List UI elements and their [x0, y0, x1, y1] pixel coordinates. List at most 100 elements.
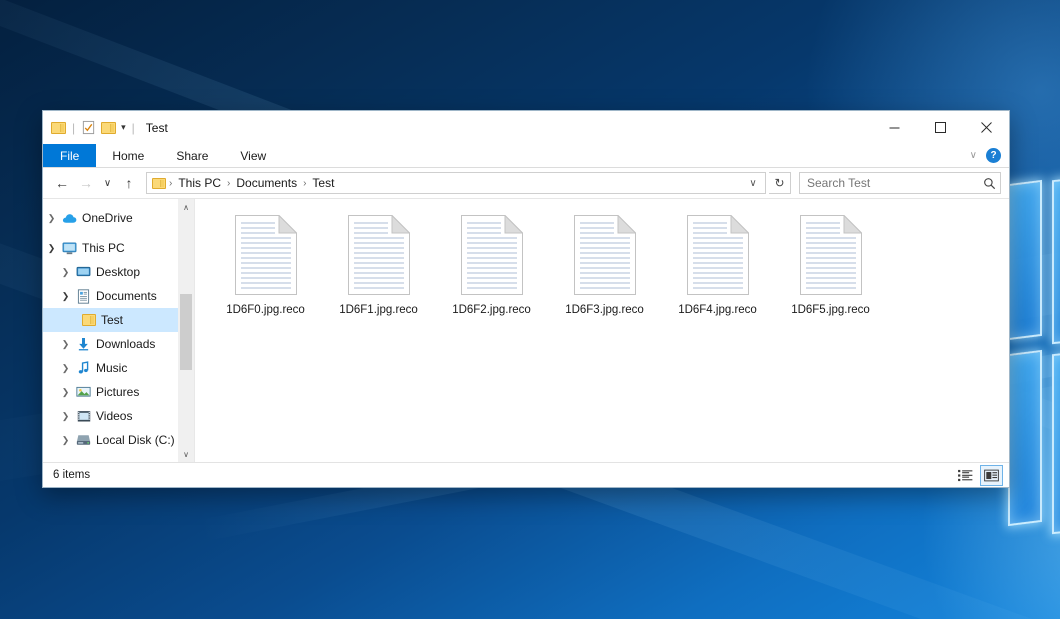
desktop: | ▾ | Test	[0, 0, 1060, 619]
sidebar-item-pictures[interactable]: ❯ Pictures	[43, 380, 194, 404]
details-view-button[interactable]	[954, 465, 977, 486]
scroll-down-arrow-icon[interactable]: ∨	[178, 446, 194, 462]
maximize-button[interactable]	[917, 111, 963, 144]
search-icon[interactable]	[983, 177, 996, 190]
expand-ribbon-chevron-icon[interactable]: ∨	[965, 150, 982, 161]
search-box[interactable]: Search Test	[799, 172, 1001, 194]
monitor-icon	[60, 242, 79, 255]
navigation-pane-scrollbar[interactable]: ∧ ∨	[178, 199, 194, 462]
picture-icon	[74, 386, 93, 398]
chevron-down-icon[interactable]: ❯	[43, 243, 60, 254]
sidebar-item-label: Test	[98, 313, 123, 327]
navigation-pane: ❯ OneDrive ❯	[43, 199, 195, 462]
up-button[interactable]: ↑	[118, 172, 140, 194]
sidebar-item-label: Local Disk (C:)	[93, 433, 175, 447]
close-button[interactable]	[963, 111, 1009, 144]
search-input[interactable]: Search Test	[807, 176, 983, 190]
file-list-pane[interactable]: 1D6F0.jpg.reco	[195, 199, 1009, 462]
forward-button[interactable]: →	[75, 172, 97, 194]
large-icons-view-button[interactable]	[980, 465, 1003, 486]
sidebar-item-test[interactable]: Test	[43, 308, 194, 332]
customize-quick-access-chevron[interactable]: ▾	[121, 122, 126, 133]
breadcrumb-item-this-pc[interactable]: This PC	[173, 176, 226, 190]
new-folder-icon[interactable]	[101, 122, 116, 134]
file-item[interactable]: 1D6F3.jpg.reco	[548, 211, 661, 322]
toolbar-divider: |	[72, 121, 75, 135]
sidebar-item-label: Documents	[93, 289, 157, 303]
refresh-button[interactable]: ↻	[769, 172, 791, 194]
chevron-right-icon[interactable]: ❯	[57, 411, 74, 422]
sidebar-item-label: OneDrive	[79, 211, 133, 225]
scrollbar-thumb[interactable]	[180, 294, 192, 370]
window-title: Test	[146, 121, 168, 135]
file-item[interactable]: 1D6F0.jpg.reco	[209, 211, 322, 322]
file-item[interactable]: 1D6F5.jpg.reco	[774, 211, 887, 322]
toolbar-divider: |	[132, 121, 135, 135]
properties-icon[interactable]	[81, 120, 96, 135]
scroll-up-arrow-icon[interactable]: ∧	[178, 199, 194, 215]
window-controls	[871, 111, 1009, 144]
document-icon	[74, 289, 93, 304]
sidebar-item-videos[interactable]: ❯	[43, 404, 194, 428]
file-item[interactable]: 1D6F4.jpg.reco	[661, 211, 774, 322]
back-button[interactable]: ←	[51, 172, 73, 194]
file-name: 1D6F3.jpg.reco	[565, 304, 644, 316]
windows-logo-pane	[1052, 346, 1060, 535]
sidebar-item-desktop[interactable]: ❯ Desktop	[43, 260, 194, 284]
view-buttons	[954, 465, 1003, 486]
folder-icon	[152, 178, 166, 189]
sidebar-item-onedrive[interactable]: ❯ OneDrive	[43, 206, 194, 230]
chevron-right-icon[interactable]: ❯	[57, 267, 74, 278]
sidebar-item-label: Desktop	[93, 265, 140, 279]
generic-document-icon	[574, 215, 636, 295]
tab-file[interactable]: File	[43, 144, 96, 167]
tab-home[interactable]: Home	[96, 144, 160, 167]
music-icon	[74, 361, 93, 375]
generic-document-icon	[235, 215, 297, 295]
folder-icon[interactable]	[51, 122, 66, 134]
file-item[interactable]: 1D6F2.jpg.reco	[435, 211, 548, 322]
sidebar-item-label: Pictures	[93, 385, 139, 399]
sidebar-item-this-pc[interactable]: ❯ This PC	[43, 236, 194, 260]
windows-logo-pane	[1008, 350, 1042, 526]
chevron-right-icon[interactable]: ❯	[43, 213, 60, 224]
navigation-tree: ❯ OneDrive ❯	[43, 199, 194, 452]
title-bar[interactable]: | ▾ | Test	[43, 111, 1009, 144]
file-item[interactable]: 1D6F1.jpg.reco	[322, 211, 435, 322]
cloud-icon	[60, 213, 79, 224]
chevron-down-icon[interactable]: ❯	[57, 291, 74, 302]
sidebar-item-label: Music	[93, 361, 127, 375]
file-grid: 1D6F0.jpg.reco	[209, 211, 1003, 322]
tab-view[interactable]: View	[224, 144, 282, 167]
quick-access-toolbar: | ▾ |	[51, 120, 136, 135]
breadcrumb-list: › This PC › Documents › Test	[168, 176, 744, 190]
chevron-right-icon[interactable]: ❯	[57, 339, 74, 350]
breadcrumb-item-documents[interactable]: Documents	[231, 176, 302, 190]
address-dropdown-chevron-icon[interactable]: ∨	[744, 178, 762, 189]
sidebar-item-downloads[interactable]: ❯ Downloads	[43, 332, 194, 356]
scrollbar-track[interactable]	[178, 215, 194, 446]
generic-document-icon	[461, 215, 523, 295]
sidebar-item-documents[interactable]: ❯ Documents	[43, 284, 194, 308]
chevron-right-icon[interactable]: ❯	[57, 387, 74, 398]
help-icon[interactable]: ?	[986, 148, 1001, 163]
download-icon	[74, 337, 93, 351]
breadcrumb[interactable]: › This PC › Documents › Test ∨	[146, 172, 766, 194]
file-name: 1D6F2.jpg.reco	[452, 304, 531, 316]
sidebar-item-label: This PC	[79, 241, 125, 255]
windows-logo-pane	[1052, 172, 1060, 345]
status-bar: 6 items	[43, 462, 1009, 487]
desktop-icon	[74, 266, 93, 278]
video-icon	[74, 410, 93, 423]
recent-locations-chevron-icon[interactable]: ∨	[99, 172, 116, 194]
sidebar-item-music[interactable]: ❯ Music	[43, 356, 194, 380]
file-name: 1D6F5.jpg.reco	[791, 304, 870, 316]
minimize-button[interactable]	[871, 111, 917, 144]
chevron-right-icon[interactable]: ❯	[57, 363, 74, 374]
file-name: 1D6F1.jpg.reco	[339, 304, 418, 316]
file-name: 1D6F0.jpg.reco	[226, 304, 305, 316]
sidebar-item-local-disk-c[interactable]: ❯ Local Disk (C:)	[43, 428, 194, 452]
breadcrumb-item-test[interactable]: Test	[307, 176, 339, 190]
chevron-right-icon[interactable]: ❯	[57, 435, 74, 446]
tab-share[interactable]: Share	[160, 144, 224, 167]
